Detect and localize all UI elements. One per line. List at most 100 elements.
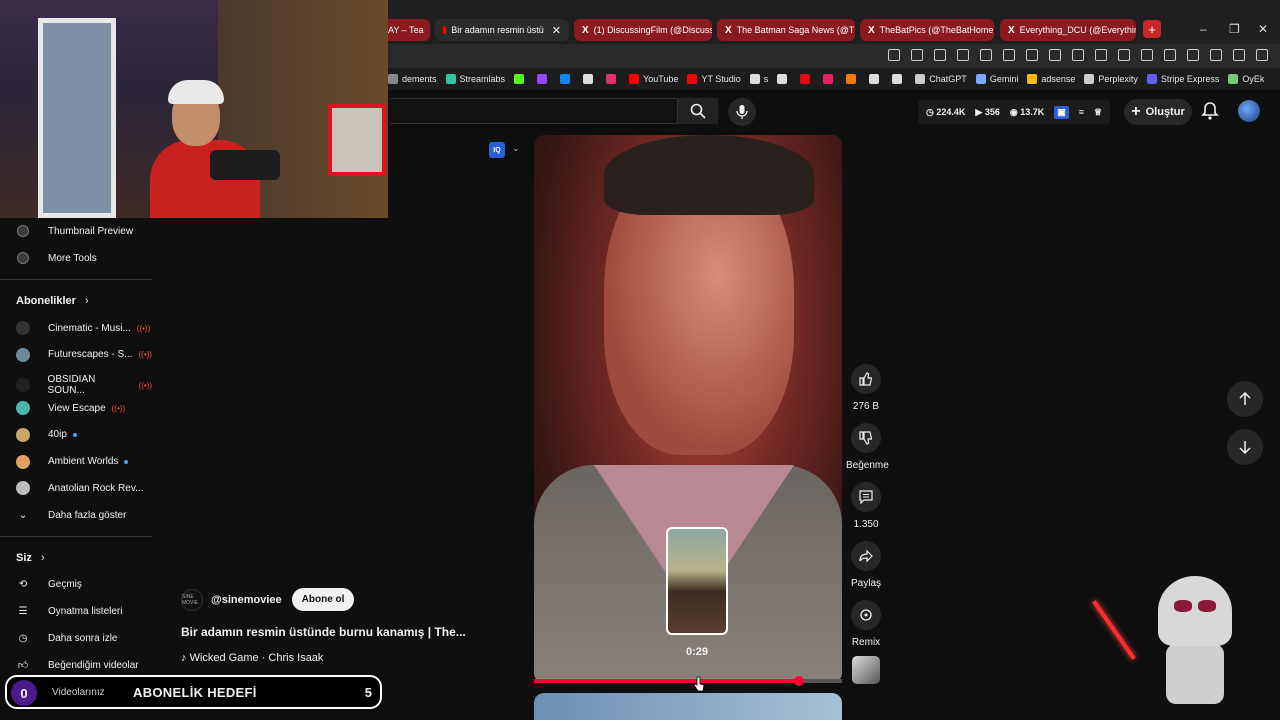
bookmark-item[interactable]: Gemini [975, 74, 1018, 84]
extension-icon[interactable] [980, 49, 992, 61]
maximize-button[interactable]: ❐ [1229, 22, 1240, 36]
search-input[interactable] [390, 98, 678, 124]
menu-icon[interactable]: ≡ [1079, 107, 1084, 117]
subscribe-button[interactable]: Abone ol [291, 588, 355, 611]
subscription-item[interactable]: OBSIDIAN SOUN... ((•)) [16, 374, 152, 396]
bookmark-item[interactable] [869, 74, 883, 84]
bookmark-item[interactable]: dements [388, 74, 437, 84]
sidebar-item-liked-videos[interactable]: 👍︎ Beğendiğim videolar [16, 658, 139, 672]
browser-tab[interactable]: X (1) DiscussingFilm (@Discussin [574, 19, 712, 41]
new-tab-button[interactable]: + [1143, 20, 1161, 38]
share-button[interactable]: Paylaş [846, 541, 886, 589]
remix-button[interactable]: Remix [846, 600, 886, 648]
bookmark-item[interactable]: s [749, 74, 768, 84]
sidebar-item-your-videos[interactable]: Videolarınız [52, 687, 105, 698]
extension-icon[interactable] [1187, 49, 1199, 61]
bookmark-item[interactable] [800, 74, 814, 84]
extension-icon[interactable] [1003, 49, 1015, 61]
subscription-item[interactable]: Futurescapes - S... ((•)) [16, 347, 152, 362]
channel-avatar[interactable]: SINE MOVIE [181, 588, 203, 611]
extension-icon[interactable] [1095, 49, 1107, 61]
create-button[interactable]: + Oluştur [1124, 99, 1192, 125]
bookmark-label: Stripe Express [1160, 74, 1220, 84]
iq-extension-button[interactable]: IQ [489, 142, 505, 158]
close-window-button[interactable]: ✕ [1258, 22, 1268, 36]
browser-tab[interactable]: X TheBatPics (@TheBatHome) / X [860, 19, 994, 41]
bookmark-item[interactable]: Stripe Express [1146, 74, 1220, 84]
chevron-down-icon[interactable]: ⌄ [512, 143, 520, 154]
extension-icon[interactable] [1072, 49, 1084, 61]
voice-search-button[interactable] [728, 98, 756, 126]
browser-tab[interactable]: X Everything_DCU (@Everything [1000, 19, 1136, 41]
extension-icon[interactable] [1164, 49, 1176, 61]
thumbs-up-icon: 👍︎ [17, 660, 29, 671]
account-avatar[interactable] [1238, 100, 1260, 122]
subscription-item[interactable]: Ambient Worlds [16, 454, 129, 469]
extension-icon[interactable] [1049, 49, 1061, 61]
sidebar-item-thumbnail-preview[interactable]: Thumbnail Preview [16, 224, 133, 238]
extension-icon[interactable] [911, 49, 923, 61]
bookmark-item[interactable]: YT Studio [687, 74, 741, 84]
iq-icon[interactable]: ▣ [1054, 105, 1069, 119]
bookmark-item[interactable] [823, 74, 837, 84]
bookmark-item[interactable]: Perplexity [1084, 74, 1138, 84]
channel-name[interactable]: @sinemoviee [211, 594, 282, 606]
you-heading[interactable]: Siz › [16, 552, 45, 564]
trophy-icon[interactable]: ♕ [1094, 107, 1102, 118]
subscription-item[interactable]: View Escape ((•)) [16, 401, 125, 416]
extension-icons [888, 49, 1268, 61]
bookmark-item[interactable] [583, 74, 597, 84]
bookmark-item[interactable] [514, 74, 528, 84]
next-short-button[interactable] [1227, 429, 1263, 465]
browser-tab[interactable]: Bir adamın resmin üstü ✕ [435, 19, 569, 41]
next-short-thumbnail[interactable] [534, 693, 842, 720]
comments-button[interactable]: 1.350 [846, 482, 886, 530]
bookmark-item[interactable] [846, 74, 860, 84]
subscription-item[interactable]: Cinematic - Musi... ((•)) [16, 321, 150, 335]
extension-icon[interactable] [1118, 49, 1130, 61]
extension-icon[interactable] [934, 49, 946, 61]
sound-thumbnail[interactable] [852, 656, 880, 684]
bookmark-item[interactable]: adsense [1027, 74, 1075, 84]
notifications-bell-icon[interactable] [1200, 101, 1220, 121]
music-label: Wicked Game · Chris Isaak [189, 652, 324, 664]
sidebar-item-more-tools[interactable]: More Tools [16, 251, 97, 265]
bookmark-item[interactable] [606, 74, 620, 84]
short-music[interactable]: ♪ Wicked Game · Chris Isaak [181, 652, 323, 664]
bookmark-item[interactable] [560, 74, 574, 84]
bookmark-item[interactable]: YouTube [629, 74, 678, 84]
minimize-button[interactable]: – [1200, 22, 1207, 36]
bookmark-item[interactable]: Streamlabs [445, 74, 505, 84]
search-button[interactable] [678, 98, 718, 124]
search-icon [690, 103, 706, 119]
sidebar-item-watch-later[interactable]: ◷ Daha sonra izle [16, 631, 118, 645]
close-tab-icon[interactable]: ✕ [552, 24, 561, 37]
chevron-right-icon: › [40, 552, 45, 564]
sidebar-item-playlists[interactable]: ☰ Oynatma listeleri [16, 604, 123, 618]
channel-stats-widget: ◷ 224.4K ▶ 356 ◉ 13.7K ▣ ≡ ♕ [918, 100, 1111, 124]
progress-knob[interactable] [793, 676, 804, 686]
bookmark-item[interactable] [537, 74, 551, 84]
extension-icon[interactable] [888, 49, 900, 61]
bookmark-item[interactable] [892, 74, 906, 84]
extension-icon[interactable] [1026, 49, 1038, 61]
subscription-item[interactable]: 40ip [16, 427, 77, 442]
extension-icon[interactable] [1210, 49, 1222, 61]
subscriptions-heading[interactable]: Abonelikler › [16, 295, 89, 307]
extension-icon[interactable] [957, 49, 969, 61]
sidebar-item-history[interactable]: ⟲ Geçmiş [16, 577, 82, 591]
short-title[interactable]: Bir adamın resmin üstünde burnu kanamış … [181, 625, 466, 639]
extension-icon[interactable] [1233, 49, 1245, 61]
previous-short-button[interactable] [1227, 381, 1263, 417]
extension-icon[interactable] [1141, 49, 1153, 61]
show-more-button[interactable]: ⌄ Daha fazla göster [16, 508, 127, 522]
extension-icon[interactable] [1256, 49, 1268, 61]
video-progress-bar[interactable] [534, 676, 842, 686]
like-button[interactable]: 276 B [846, 364, 886, 412]
bookmark-item[interactable]: OyEk [1228, 74, 1264, 84]
subscription-item[interactable]: Anatolian Rock Rev... [16, 481, 143, 496]
dislike-button[interactable]: Beğenme [846, 423, 889, 471]
browser-tab[interactable]: X The Batman Saga News (@The [717, 19, 855, 41]
bookmark-item[interactable] [777, 74, 791, 84]
bookmark-item[interactable]: ChatGPT [915, 74, 967, 84]
